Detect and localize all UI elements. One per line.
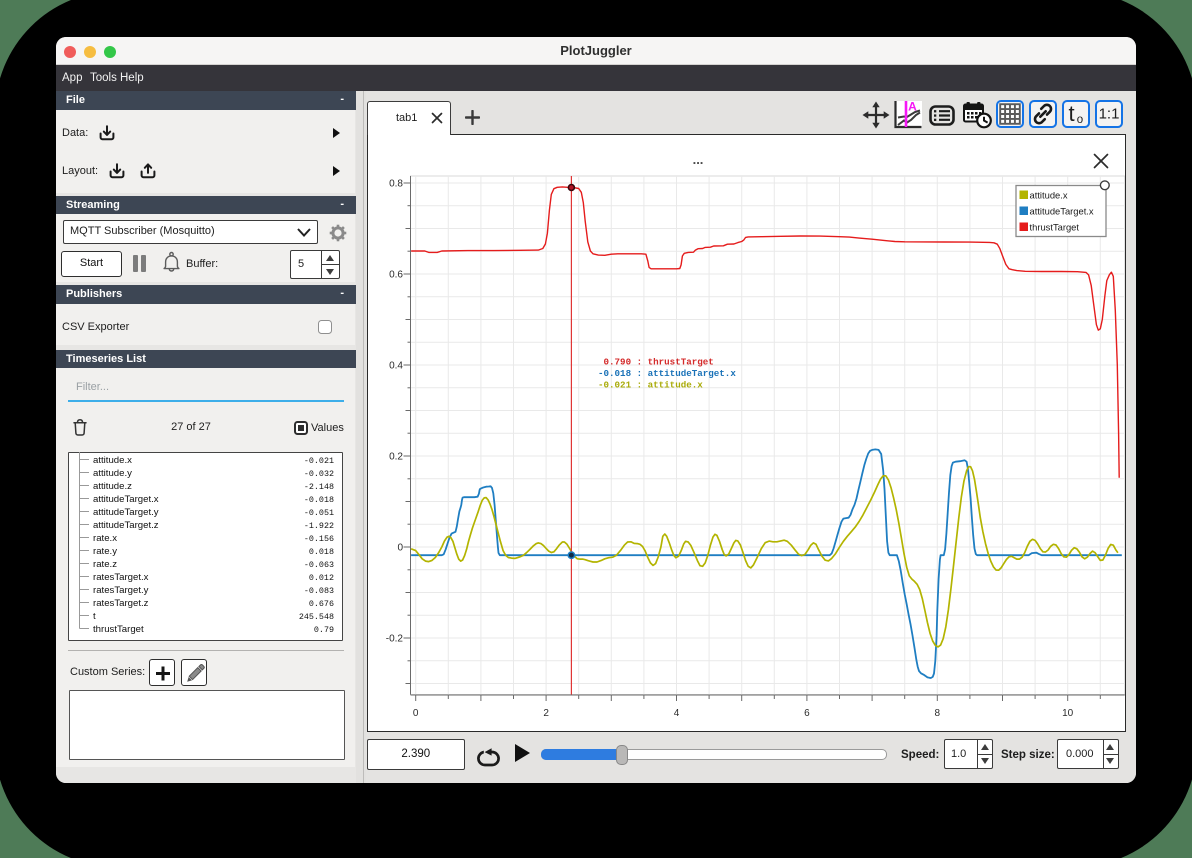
svg-text:0.8: 0.8	[389, 179, 403, 190]
svg-text:attitude.x: attitude.x	[1030, 190, 1068, 201]
svg-text:-0.2: -0.2	[386, 634, 404, 645]
svg-text:0.79: 0.79	[314, 625, 334, 635]
svg-text:ratesTarget.z: ratesTarget.z	[93, 598, 149, 609]
svg-text:attitude.z: attitude.z	[93, 481, 132, 492]
svg-text:-0.021 : attitude.x: -0.021 : attitude.x	[598, 380, 703, 391]
svg-text:attitudeTarget.y: attitudeTarget.y	[93, 507, 159, 518]
svg-text:t: t	[93, 611, 96, 622]
svg-text:t: t	[1069, 102, 1075, 126]
svg-text:-0.083: -0.083	[304, 586, 334, 596]
svg-text:-0.032: -0.032	[304, 469, 334, 479]
svg-text:attitude.y: attitude.y	[93, 468, 132, 479]
svg-text:-0.021: -0.021	[304, 456, 334, 466]
svg-text:attitudeTarget.x: attitudeTarget.x	[93, 494, 159, 505]
svg-text:6: 6	[804, 708, 810, 719]
svg-text:2: 2	[543, 708, 549, 719]
svg-text:8: 8	[935, 708, 941, 719]
svg-text:-0.063: -0.063	[304, 560, 334, 570]
svg-text:...: ...	[693, 152, 704, 167]
svg-text:1:1: 1:1	[1099, 106, 1120, 123]
svg-text:thrustTarget: thrustTarget	[1030, 222, 1080, 233]
svg-text:rate.y: rate.y	[93, 546, 117, 557]
svg-text:-1.922: -1.922	[304, 521, 334, 531]
svg-text:0.6: 0.6	[389, 270, 403, 281]
svg-text:-0.156: -0.156	[304, 534, 334, 544]
svg-text:245.548: 245.548	[299, 612, 334, 622]
svg-text:rate.z: rate.z	[93, 559, 117, 570]
svg-text:rate.x: rate.x	[93, 533, 117, 544]
svg-text:attitudeTarget.x: attitudeTarget.x	[1030, 206, 1094, 217]
svg-text:o: o	[1077, 114, 1083, 126]
svg-text:thrustTarget: thrustTarget	[93, 624, 144, 635]
svg-text:attitude.x: attitude.x	[93, 455, 132, 466]
svg-text:0.676: 0.676	[309, 599, 334, 609]
svg-text:4: 4	[674, 708, 680, 719]
svg-text:ratesTarget.x: ratesTarget.x	[93, 572, 149, 583]
svg-text:ratesTarget.y: ratesTarget.y	[93, 585, 149, 596]
svg-text:-0.051: -0.051	[304, 508, 334, 518]
svg-text:A: A	[908, 101, 917, 114]
svg-text:0.012: 0.012	[309, 573, 334, 583]
svg-text:-2.148: -2.148	[304, 482, 334, 492]
svg-text:-0.018: -0.018	[304, 495, 334, 505]
svg-text:0: 0	[413, 708, 419, 719]
svg-text:0.2: 0.2	[389, 452, 403, 463]
svg-text:0.790 : thrustTarget: 0.790 : thrustTarget	[598, 357, 714, 368]
svg-text:-0.018 : attitudeTarget.x: -0.018 : attitudeTarget.x	[598, 368, 736, 379]
svg-text:0: 0	[397, 543, 403, 554]
svg-text:0.018: 0.018	[309, 547, 334, 557]
svg-text:10: 10	[1062, 708, 1074, 719]
svg-text:0.4: 0.4	[389, 361, 403, 372]
svg-text:attitudeTarget.z: attitudeTarget.z	[93, 520, 159, 531]
